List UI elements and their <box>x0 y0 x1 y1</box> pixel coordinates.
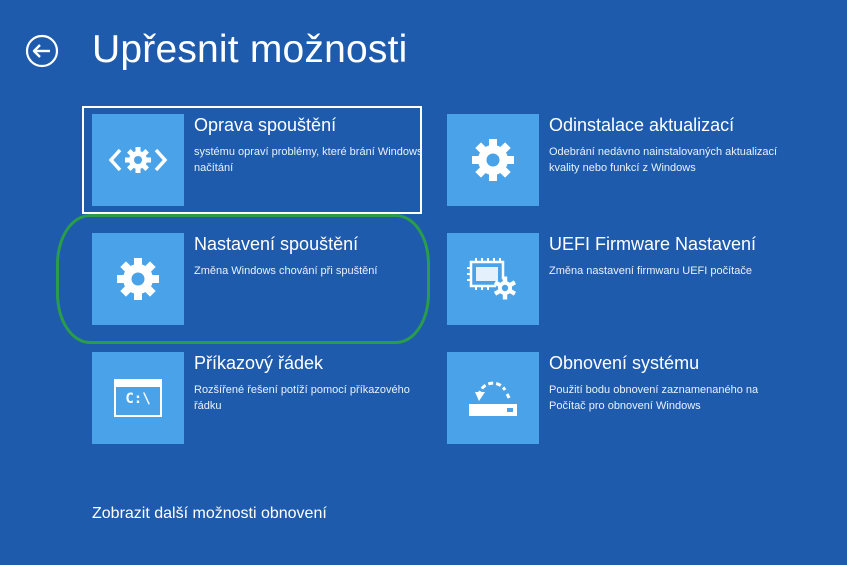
option-system-restore[interactable]: Obnovení systému Použití bodu obnovení z… <box>437 344 777 452</box>
startup-repair-tile <box>92 114 184 206</box>
option-description: Rozšířené řešení potíží pomocí příkazové… <box>194 384 410 412</box>
advanced-options-screen: Upřesnit možnosti Oprava spouštění systé… <box>0 0 847 565</box>
uefi-firmware-tile <box>447 233 539 325</box>
option-label: UEFI Firmware Nastavení <box>549 234 757 254</box>
startup-repair-icon <box>108 147 168 173</box>
more-recovery-options-link[interactable]: Zobrazit další možnosti obnovení <box>92 505 327 523</box>
option-label: Příkazový řádek <box>194 353 324 373</box>
firmware-chip-gear-icon <box>467 258 517 300</box>
option-label: Obnovení systému <box>549 353 700 373</box>
option-description: systému opraví problémy, které brání Win… <box>194 146 423 174</box>
uninstall-updates-tile <box>447 114 539 206</box>
option-description: Odebrání nedávno nainstalovaných aktuali… <box>549 146 778 174</box>
option-startup-repair[interactable]: Oprava spouštění systému opraví problémy… <box>82 106 422 214</box>
system-restore-tile <box>447 352 539 444</box>
option-uninstall-updates[interactable]: Odinstalace aktualizací Odebrání nedávno… <box>437 106 777 214</box>
option-command-prompt[interactable]: C:\ Příkazový řádek Rozšířené řešení pot… <box>82 344 422 452</box>
page-title: Upřesnit možnosti <box>92 28 408 71</box>
option-description: Použití bodu obnovení zaznamenaného na P… <box>549 384 759 412</box>
command-prompt-tile: C:\ <box>92 352 184 444</box>
option-uefi-firmware-settings[interactable]: UEFI Firmware Nastavení Změna nastavení … <box>437 225 777 333</box>
startup-settings-tile <box>92 233 184 325</box>
command-prompt-icon: C:\ <box>114 379 162 417</box>
option-startup-settings[interactable]: Nastavení spouštění Změna Windows chován… <box>82 225 422 333</box>
command-prompt-icon-text: C:\ <box>125 391 151 407</box>
option-description: Změna nastavení firmwaru UEFI počítače <box>549 265 752 277</box>
option-label: Odinstalace aktualizací <box>549 115 735 135</box>
option-label: Nastavení spouštění <box>194 234 359 254</box>
back-button[interactable] <box>25 34 59 68</box>
gear-icon <box>472 139 514 181</box>
gear-icon <box>117 258 159 300</box>
option-description: Změna Windows chování při spuštění <box>194 265 378 277</box>
system-restore-icon <box>469 381 517 416</box>
option-label: Oprava spouštění <box>194 115 337 135</box>
back-arrow-icon <box>25 34 59 68</box>
